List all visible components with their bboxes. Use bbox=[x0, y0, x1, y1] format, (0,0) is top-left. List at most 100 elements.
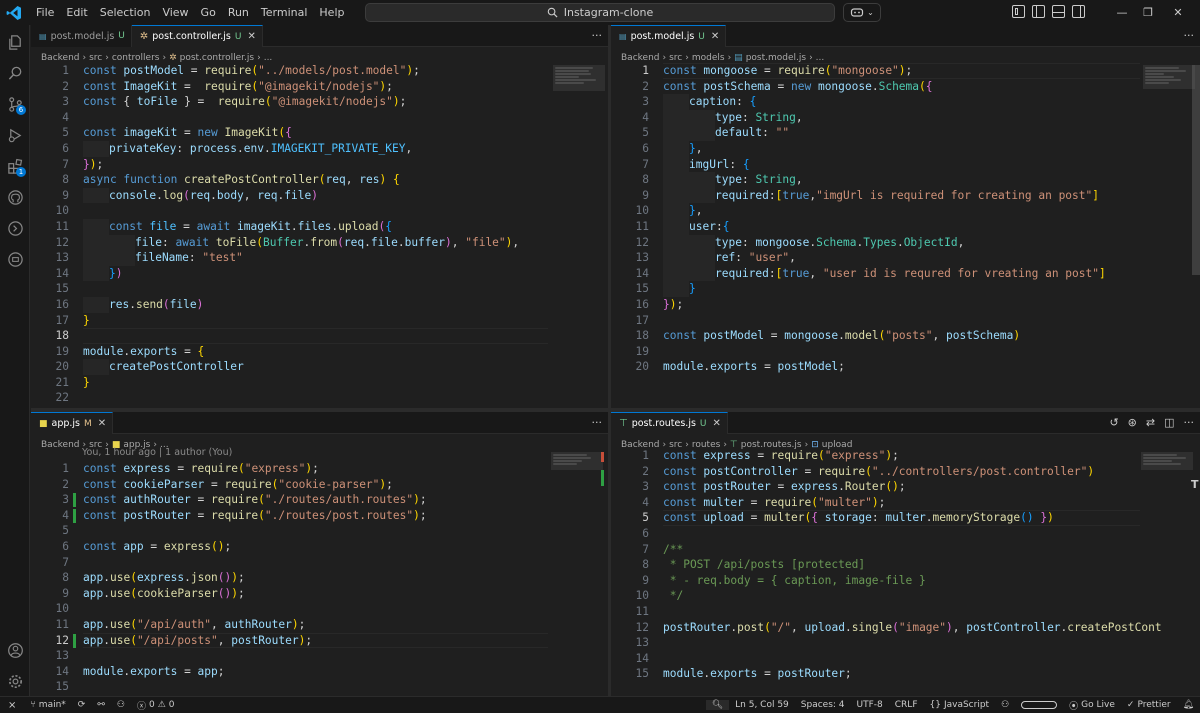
code-editor[interactable]: 1 const postModel = require("../models/po… bbox=[31, 63, 608, 406]
code-line[interactable]: 2 const cookieParser = require("cookie-pa… bbox=[31, 477, 608, 493]
code-line[interactable]: 16 res.send(file) bbox=[31, 297, 608, 313]
minimap[interactable] bbox=[553, 65, 605, 155]
code-line[interactable]: 7}); bbox=[31, 157, 608, 173]
breadcrumb-item[interactable]: controllers bbox=[112, 53, 160, 63]
code-line[interactable]: 19 module.exports = { bbox=[31, 344, 608, 360]
code-line[interactable]: 9 app.use(cookieParser()); bbox=[31, 586, 608, 602]
code-line[interactable]: 2 const ImageKit = require("@imagekit/nod… bbox=[31, 79, 608, 95]
problems-indicator[interactable]: ⓧ 0 ⚠ 0 bbox=[131, 699, 181, 712]
scrollbar[interactable] bbox=[1192, 65, 1200, 275]
breadcrumb-item[interactable]: post.model.js bbox=[746, 53, 806, 63]
go-live-button[interactable]: ⦿ Go Live bbox=[1063, 699, 1121, 712]
command-center-search[interactable]: Instagram-clone bbox=[365, 3, 835, 22]
tab-post-routes[interactable]: ⊤ post.routes.js U ✕ bbox=[611, 412, 728, 434]
code-line[interactable]: 18 const postModel = mongoose.model("post… bbox=[611, 328, 1200, 344]
code-line[interactable]: 8 async function createPostController(req… bbox=[31, 172, 608, 188]
account-icon[interactable] bbox=[0, 635, 30, 665]
tab-post-model[interactable]: ▤ post.model.js U bbox=[31, 25, 132, 47]
code-line[interactable]: 11 bbox=[611, 604, 1200, 620]
code-line[interactable]: 1 const express = require("express"); bbox=[31, 461, 608, 477]
code-line[interactable]: 13 bbox=[31, 648, 608, 664]
customize-layout-icon[interactable] bbox=[1012, 5, 1025, 18]
code-line[interactable]: 9 console.log(req.body, req.file) bbox=[31, 188, 608, 204]
code-editor[interactable]: 1 const mongoose = require("mongoose"); 2 c… bbox=[611, 63, 1200, 375]
git-change-marker[interactable] bbox=[73, 508, 76, 523]
menu-terminal[interactable]: Terminal bbox=[255, 0, 314, 25]
code-editor[interactable]: 1 const express = require("express"); 2 con… bbox=[611, 448, 1200, 682]
breadcrumb-item[interactable]: post.controller.js bbox=[180, 53, 254, 63]
menu-go[interactable]: Go bbox=[195, 0, 222, 25]
code-line[interactable]: 13 bbox=[611, 635, 1200, 651]
git-change-marker[interactable] bbox=[73, 493, 76, 508]
code-line[interactable]: 12 app.use("/api/posts", postRouter); bbox=[31, 632, 608, 649]
tab-app-js[interactable]: ■ app.js M ✕ bbox=[31, 412, 114, 434]
code-line[interactable]: 17} bbox=[31, 313, 608, 329]
code-line[interactable]: 10 bbox=[31, 203, 608, 219]
code-line[interactable]: 4 const multer = require("multer"); bbox=[611, 495, 1200, 511]
breadcrumb-item[interactable]: ... bbox=[816, 53, 825, 63]
code-line[interactable]: 7 /** bbox=[611, 542, 1200, 558]
split-editor-icon[interactable]: ◫ bbox=[1164, 416, 1174, 429]
code-line[interactable]: 3 const { toFile } = require("@imagekit/n… bbox=[31, 94, 608, 110]
code-line[interactable]: 12 file: await toFile(Buffer.from(req.fi… bbox=[31, 235, 608, 251]
code-line[interactable]: 11 const file = await imageKit.files.upl… bbox=[31, 219, 608, 235]
code-line[interactable]: 21} bbox=[31, 375, 608, 391]
code-line[interactable]: 8 app.use(express.json()); bbox=[31, 570, 608, 586]
more-actions-icon[interactable]: ··· bbox=[586, 25, 609, 46]
menu-selection[interactable]: Selection bbox=[94, 0, 157, 25]
copilot-chat-icon[interactable]: ⊛ bbox=[1128, 416, 1137, 429]
vertical-sash[interactable] bbox=[608, 25, 611, 696]
code-line[interactable]: 12 postRouter.post("/", upload.single("im… bbox=[611, 620, 1200, 636]
code-line[interactable]: 14 module.exports = app; bbox=[31, 664, 608, 680]
code-line[interactable]: 10 bbox=[31, 601, 608, 617]
copilot-status-icon[interactable]: ⚇ bbox=[111, 700, 131, 710]
code-line[interactable]: 6 bbox=[611, 526, 1200, 542]
git-blame-lens[interactable]: You, 1 hour ago | 1 author (You) bbox=[82, 447, 232, 458]
code-line[interactable]: 7 imgUrl: { bbox=[611, 157, 1200, 173]
code-line[interactable]: 5 bbox=[31, 523, 608, 539]
code-line[interactable]: 11 user:{ bbox=[611, 219, 1200, 235]
code-line[interactable]: 16}); bbox=[611, 297, 1200, 313]
code-line[interactable]: 14 }) bbox=[31, 266, 608, 282]
breadcrumb-item[interactable]: ... bbox=[264, 53, 273, 63]
code-line[interactable]: 22 bbox=[31, 390, 608, 406]
code-line[interactable]: 4 type: String, bbox=[611, 110, 1200, 126]
notifications-bell-icon[interactable]: 🔔︎ bbox=[1177, 700, 1200, 710]
code-line[interactable]: 17 bbox=[611, 313, 1200, 329]
code-line[interactable]: 15 module.exports = postRouter; bbox=[611, 666, 1200, 682]
indentation[interactable]: Spaces: 4 bbox=[795, 700, 851, 710]
code-line[interactable]: 5 const upload = multer({ storage: multer… bbox=[611, 510, 1200, 526]
code-line[interactable]: 9 required:[true,"imgUrl is required for… bbox=[611, 188, 1200, 204]
menu-edit[interactable]: Edit bbox=[60, 0, 93, 25]
menu-view[interactable]: View bbox=[156, 0, 194, 25]
menu-help[interactable]: Help bbox=[313, 0, 350, 25]
more-actions-icon[interactable]: ··· bbox=[1178, 25, 1200, 46]
code-line[interactable]: 2 const postController = require("../cont… bbox=[611, 464, 1200, 480]
breadcrumb-item[interactable]: Backend bbox=[41, 53, 79, 63]
code-line[interactable]: 15 bbox=[31, 679, 608, 695]
cursor-position[interactable]: Ln 5, Col 59 bbox=[729, 700, 795, 710]
code-line[interactable]: 12 type: mongoose.Schema.Types.ObjectId, bbox=[611, 235, 1200, 251]
code-line[interactable]: 13 ref: "user", bbox=[611, 250, 1200, 266]
horizontal-sash[interactable] bbox=[31, 408, 1200, 412]
code-line[interactable]: 7 bbox=[31, 555, 608, 571]
explorer-icon[interactable] bbox=[0, 27, 30, 57]
minimap[interactable] bbox=[551, 452, 603, 542]
copilot-button[interactable]: ⌄ bbox=[843, 3, 881, 22]
git-change-marker[interactable] bbox=[73, 633, 76, 648]
more-actions-icon[interactable]: ··· bbox=[586, 412, 609, 433]
minimap[interactable] bbox=[1141, 452, 1193, 542]
open-changes-icon[interactable]: ⇄ bbox=[1146, 416, 1155, 429]
line-ending[interactable]: CRLF bbox=[889, 700, 924, 710]
manage-gear-icon[interactable] bbox=[0, 666, 30, 696]
code-line[interactable]: 2 const postSchema = new mongoose.Schema(… bbox=[611, 79, 1200, 95]
code-line[interactable]: 5 default: "" bbox=[611, 125, 1200, 141]
code-line[interactable]: 15 bbox=[31, 281, 608, 297]
code-line[interactable]: 11 app.use("/api/auth", authRouter); bbox=[31, 617, 608, 633]
breadcrumb-item[interactable]: models bbox=[692, 53, 725, 63]
toggle-switch[interactable] bbox=[1015, 701, 1063, 709]
live-share-icon[interactable]: ⚯ bbox=[91, 700, 111, 710]
close-tab-icon[interactable]: ✕ bbox=[711, 31, 719, 42]
minimap[interactable] bbox=[1143, 65, 1195, 155]
breadcrumb-item[interactable]: src bbox=[669, 53, 682, 63]
